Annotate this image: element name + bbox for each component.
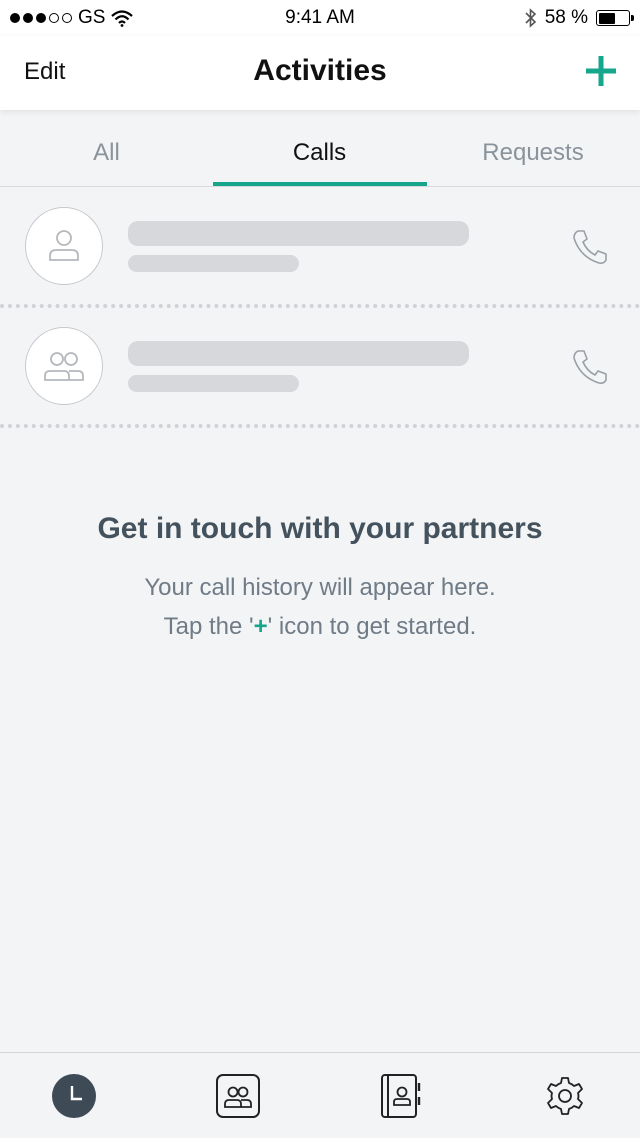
avatar bbox=[25, 327, 103, 405]
placeholder-subtitle-bar bbox=[128, 255, 299, 272]
tab-requests[interactable]: Requests bbox=[426, 112, 640, 187]
active-tab-indicator bbox=[213, 182, 427, 186]
placeholder-row bbox=[0, 187, 640, 305]
empty-state-text-before: Tap the ' bbox=[163, 613, 254, 640]
plus-icon[interactable] bbox=[584, 54, 618, 88]
bluetooth-icon bbox=[525, 8, 536, 28]
empty-state-line-2: Tap the '+' icon to get started. bbox=[0, 613, 640, 641]
segmented-tabs: All Calls Requests bbox=[0, 112, 640, 187]
group-icon bbox=[44, 352, 84, 381]
inline-plus-icon: + bbox=[253, 613, 268, 640]
phone-icon[interactable] bbox=[570, 347, 610, 387]
contacts-icon[interactable] bbox=[215, 1073, 261, 1119]
avatar bbox=[25, 207, 103, 285]
person-icon bbox=[49, 230, 79, 261]
placeholder-subtitle-bar bbox=[128, 375, 299, 392]
battery-icon bbox=[596, 10, 634, 26]
clock-icon[interactable] bbox=[51, 1073, 97, 1119]
empty-state-line-1: Your call history will appear here. bbox=[144, 574, 496, 601]
empty-state-title: Get in touch with your partners bbox=[97, 512, 543, 545]
status-right: 58 % bbox=[525, 7, 634, 29]
phone-icon[interactable] bbox=[570, 227, 610, 267]
address-book-icon[interactable] bbox=[378, 1073, 424, 1119]
bottom-tab-bar bbox=[0, 1052, 640, 1138]
nav-bar: Edit Activities bbox=[0, 36, 640, 110]
tab-calls[interactable]: Calls bbox=[213, 112, 426, 187]
empty-state-text-after: ' icon to get started. bbox=[267, 613, 477, 640]
page-title: Activities bbox=[253, 54, 387, 87]
gear-icon[interactable] bbox=[542, 1073, 588, 1119]
placeholder-title-bar bbox=[128, 341, 469, 366]
battery-percent: 58 % bbox=[544, 7, 588, 28]
tab-all[interactable]: All bbox=[0, 112, 213, 187]
placeholder-row bbox=[0, 307, 640, 425]
status-bar: GS 9:41 AM 58 % bbox=[0, 0, 640, 36]
battery-fill bbox=[598, 12, 616, 24]
row-divider bbox=[0, 424, 640, 428]
placeholder-title-bar bbox=[128, 221, 469, 246]
